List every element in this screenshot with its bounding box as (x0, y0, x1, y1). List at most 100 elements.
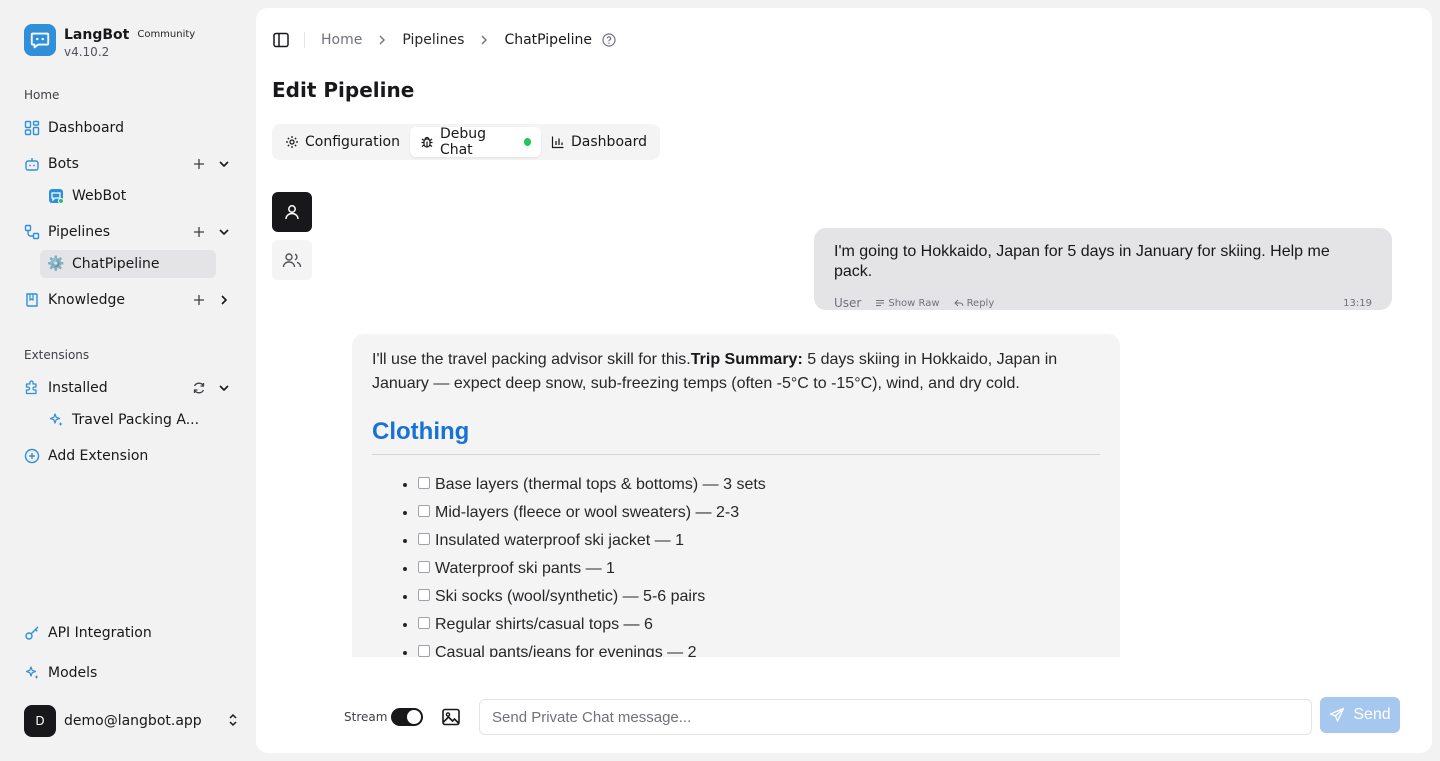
sidebar-item-label: Installed (48, 380, 108, 396)
private-chat-mode-button[interactable] (272, 192, 312, 232)
trip-summary-label: Trip Summary: (690, 351, 803, 368)
key-icon (24, 625, 40, 641)
checkbox[interactable] (418, 617, 430, 629)
gear-emoji-icon: ⚙️ (47, 256, 65, 272)
checkbox[interactable] (418, 505, 430, 517)
reply-icon (953, 299, 964, 307)
langbot-logo-icon (24, 24, 56, 56)
sidebar-item-bots[interactable]: Bots (16, 148, 240, 180)
sidebar-item-label: Dashboard (48, 120, 124, 136)
checklist-item-label: Casual pants/jeans for evenings — 2 (435, 644, 697, 657)
sidebar-item-knowledge[interactable]: Knowledge (16, 284, 240, 316)
image-upload-button[interactable] (441, 707, 461, 727)
checklist-item-label: Waterproof ski pants — 1 (435, 560, 615, 577)
tab-configuration[interactable]: Configuration (275, 127, 410, 157)
refresh-icon[interactable] (191, 380, 207, 396)
stream-toggle[interactable] (391, 708, 423, 726)
dashboard-icon (24, 120, 40, 136)
checkbox[interactable] (418, 561, 430, 573)
clothing-heading: Clothing (372, 418, 1100, 455)
sidebar-item-label: Knowledge (48, 292, 125, 308)
book-icon (24, 292, 40, 308)
page-title: Edit Pipeline (272, 78, 415, 102)
message-input[interactable] (479, 699, 1312, 735)
tab-label: Configuration (305, 134, 400, 150)
sidebar-item-label: Travel Packing A... (72, 412, 200, 428)
sidebar-item-models[interactable]: Models (16, 657, 240, 689)
sidebar-item-installed[interactable]: Installed (16, 372, 240, 404)
checkbox[interactable] (418, 533, 430, 545)
sidebar: LangBot Community v4.10.2 Home Dashboard … (0, 0, 256, 761)
checklist-item-label: Ski socks (wool/synthetic) — 5-6 pairs (435, 588, 706, 605)
edition-badge: Community (137, 29, 196, 40)
brand[interactable]: LangBot Community v4.10.2 (24, 24, 195, 59)
sidebar-item-api-integration[interactable]: API Integration (16, 617, 240, 649)
sidebar-item-add-extension[interactable]: Add Extension (16, 440, 240, 472)
chevrons-up-down-icon (226, 712, 240, 732)
bug-icon (420, 135, 434, 149)
sparkles-icon (48, 412, 64, 428)
reply-label: Reply (966, 297, 995, 309)
plus-circle-icon (24, 448, 40, 464)
checklist-item: Ski socks (wool/synthetic) — 5-6 pairs (418, 583, 1100, 611)
sidebar-item-label: WebBot (72, 188, 127, 204)
show-raw-button[interactable]: Show Raw (875, 298, 940, 309)
reply-button[interactable]: Reply (953, 297, 995, 309)
user-menu[interactable]: D demo@langbot.app (24, 704, 240, 737)
chevron-right-icon (376, 34, 388, 46)
message-sender: User (834, 296, 862, 310)
toggle-knob (407, 710, 421, 724)
bot-intro-text: I'll use the travel packing advisor skil… (372, 351, 691, 368)
checkbox[interactable] (418, 589, 430, 601)
message-composer: Stream Send (344, 696, 1400, 736)
sidebar-item-webbot[interactable]: WebBot (40, 182, 216, 210)
breadcrumb-divider (304, 32, 305, 48)
add-pipeline-plus-icon[interactable] (191, 224, 207, 240)
sidebar-toggle-icon[interactable] (272, 31, 290, 49)
checkbox[interactable] (418, 477, 430, 489)
checklist-item-label: Regular shirts/casual tops — 6 (435, 616, 653, 633)
checklist-item: Casual pants/jeans for evenings — 2 (418, 639, 1100, 657)
version-label: v4.10.2 (64, 45, 110, 59)
bot-icon (24, 156, 40, 172)
checklist-item: Insulated waterproof ski jacket — 1 (418, 527, 1100, 555)
message-meta: User Show Raw Reply 13:19 (834, 296, 1372, 310)
sidebar-item-dashboard[interactable]: Dashboard (16, 112, 240, 144)
knowledge-chevron-right-icon[interactable] (216, 292, 232, 308)
puzzle-icon (24, 380, 40, 396)
group-chat-mode-button[interactable] (272, 240, 312, 280)
clothing-checklist: Base layers (thermal tops & bottoms) — 3… (372, 471, 1100, 657)
stream-label: Stream (344, 710, 388, 724)
checklist-item-label: Base layers (thermal tops & bottoms) — 3… (435, 476, 766, 493)
sidebar-item-chatpipeline[interactable]: ⚙️ ChatPipeline (40, 250, 216, 278)
tab-label: Dashboard (571, 134, 647, 150)
bots-chevron-down-icon[interactable] (216, 156, 232, 172)
tab-debug-chat[interactable]: Debug Chat (409, 126, 542, 158)
bar-chart-icon (551, 135, 565, 149)
chevron-right-icon (478, 34, 490, 46)
breadcrumb-home[interactable]: Home (321, 32, 362, 48)
add-bot-plus-icon[interactable] (191, 156, 207, 172)
sidebar-item-label: Add Extension (48, 448, 149, 464)
checklist-item-label: Insulated waterproof ski jacket — 1 (435, 532, 685, 549)
installed-chevron-down-icon[interactable] (216, 380, 232, 396)
brand-name: LangBot (64, 27, 130, 43)
chat-messages[interactable]: I'm going to Hokkaido, Japan for 5 days … (336, 192, 1416, 657)
breadcrumb-pipelines[interactable]: Pipelines (402, 32, 464, 48)
checkbox[interactable] (418, 645, 430, 657)
sidebar-item-pipelines[interactable]: Pipelines (16, 216, 240, 248)
send-button[interactable]: Send (1320, 697, 1400, 733)
main-panel: Home Pipelines ChatPipeline Edit Pipelin… (256, 8, 1432, 753)
user-message-bubble: I'm going to Hokkaido, Japan for 5 days … (814, 228, 1392, 310)
checklist-item: Regular shirts/casual tops — 6 (418, 611, 1100, 639)
tab-dashboard[interactable]: Dashboard (541, 127, 657, 157)
sidebar-item-label: Bots (48, 156, 79, 172)
help-circle-icon[interactable] (602, 33, 616, 47)
checklist-item-label: Mid-layers (fleece or wool sweaters) — 2… (435, 504, 740, 521)
sidebar-item-travel-packing[interactable]: Travel Packing A... (40, 406, 216, 434)
webbot-icon (48, 188, 64, 204)
add-knowledge-plus-icon[interactable] (191, 292, 207, 308)
message-timestamp: 13:19 (1343, 297, 1372, 309)
pipelines-chevron-down-icon[interactable] (216, 224, 232, 240)
tab-list: Configuration Debug Chat Dashboard (272, 124, 660, 160)
